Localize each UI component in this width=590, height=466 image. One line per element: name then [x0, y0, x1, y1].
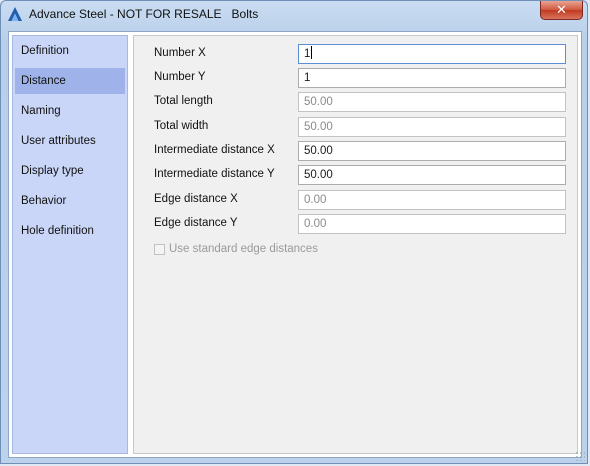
number-x-input[interactable]: 1: [298, 44, 566, 64]
sidebar-item-display-type[interactable]: Display type: [15, 158, 125, 184]
sidebar-item-distance[interactable]: Distance: [15, 68, 125, 94]
intermediate-distance-y-input[interactable]: 50.00: [298, 165, 566, 185]
dialog-window: Advance Steel - NOT FOR RESALE Bolts ✕ D…: [0, 0, 588, 464]
sidebar: Definition Distance Naming User attribut…: [12, 35, 128, 454]
number-y-row: Number Y 1: [134, 68, 577, 88]
number-x-label: Number X: [154, 47, 206, 59]
sidebar-item-definition[interactable]: Definition: [15, 38, 125, 64]
number-y-input[interactable]: 1: [298, 68, 566, 88]
text-caret: [311, 46, 313, 59]
edge-distance-y-label: Edge distance Y: [154, 217, 238, 229]
intermediate-distance-x-row: Intermediate distance X 50.00: [134, 141, 577, 161]
number-y-label: Number Y: [154, 71, 206, 83]
number-x-row: Number X 1: [134, 44, 577, 64]
total-length-label: Total length: [154, 95, 213, 107]
dialog-body: Definition Distance Naming User attribut…: [8, 31, 582, 458]
total-width-label: Total width: [154, 120, 209, 132]
sidebar-item-user-attributes[interactable]: User attributes: [15, 128, 125, 154]
window-title: Advance Steel - NOT FOR RESALE Bolts: [29, 7, 259, 21]
intermediate-distance-y-row: Intermediate distance Y 50.00: [134, 165, 577, 185]
use-standard-edge-distances-option: Use standard edge distances: [154, 243, 318, 255]
use-standard-edge-distances-label: Use standard edge distances: [169, 243, 318, 255]
sidebar-item-naming[interactable]: Naming: [15, 98, 125, 124]
close-button[interactable]: ✕: [540, 1, 583, 20]
edge-distance-y-row: Edge distance Y 0.00: [134, 214, 577, 234]
edge-distance-y-input[interactable]: 0.00: [298, 214, 566, 234]
sidebar-item-behavior[interactable]: Behavior: [15, 188, 125, 214]
distance-panel: Number X 1 Number Y 1 Total length 50.00…: [133, 35, 578, 454]
sidebar-item-hole-definition[interactable]: Hole definition: [15, 218, 125, 244]
total-length-input[interactable]: 50.00: [298, 92, 566, 112]
total-width-row: Total width 50.00: [134, 117, 577, 137]
total-length-row: Total length 50.00: [134, 92, 577, 112]
edge-distance-x-input[interactable]: 0.00: [298, 190, 566, 210]
resize-grip-icon[interactable]: [575, 451, 585, 461]
intermediate-distance-x-input[interactable]: 50.00: [298, 141, 566, 161]
close-icon: ✕: [556, 2, 567, 17]
edge-distance-x-row: Edge distance X 0.00: [134, 190, 577, 210]
edge-distance-x-label: Edge distance X: [154, 193, 238, 205]
use-standard-edge-distances-checkbox[interactable]: [154, 243, 165, 255]
intermediate-distance-x-label: Intermediate distance X: [154, 144, 275, 156]
total-width-input[interactable]: 50.00: [298, 117, 566, 137]
advance-steel-logo-icon: [7, 6, 23, 22]
title-bar[interactable]: Advance Steel - NOT FOR RESALE Bolts ✕: [1, 1, 587, 27]
intermediate-distance-y-label: Intermediate distance Y: [154, 168, 275, 180]
